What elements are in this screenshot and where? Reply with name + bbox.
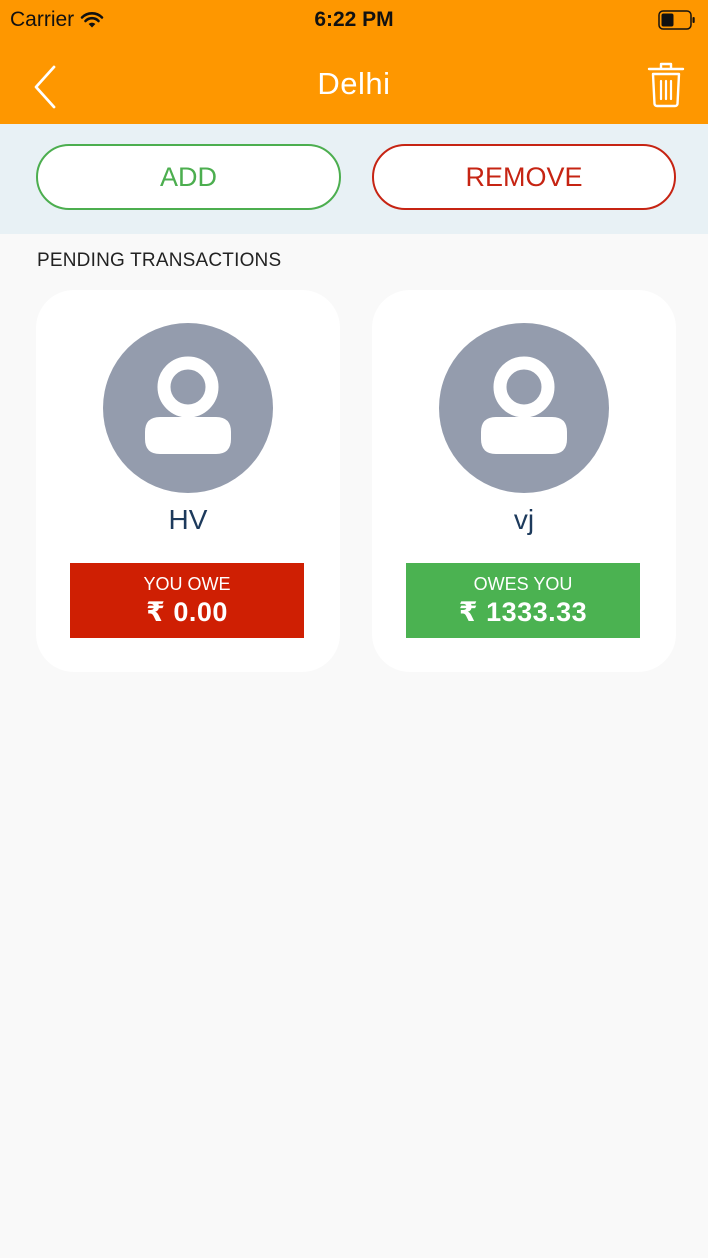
remove-button[interactable]: REMOVE: [372, 144, 676, 210]
avatar: [103, 323, 273, 493]
person-icon: [145, 356, 231, 454]
add-button[interactable]: ADD: [36, 144, 341, 210]
header: Carrier 6:22 PM Delhi: [0, 0, 708, 124]
transaction-card-vj[interactable]: vj OWES YOU ₹ 1333.33: [372, 290, 676, 672]
balance-status-label: YOU OWE: [143, 573, 231, 594]
page-title: Delhi: [317, 66, 391, 101]
balance-amount: ₹ 1333.33: [458, 596, 588, 627]
section-title: PENDING TRANSACTIONS: [37, 250, 282, 271]
person-name: HV: [168, 504, 208, 535]
screen: Carrier 6:22 PM Delhi ADD REMOVE PENDING…: [0, 0, 708, 1258]
balance-status-label: OWES YOU: [473, 573, 573, 594]
action-bar: ADD REMOVE: [0, 124, 708, 234]
person-icon: [481, 356, 567, 454]
avatar: [439, 323, 609, 493]
balance-amount: ₹ 0.00: [146, 596, 228, 627]
balance-badge: YOU OWE ₹ 0.00: [70, 563, 304, 638]
status-time: 6:22 PM: [314, 8, 394, 31]
transaction-card-hv[interactable]: HV YOU OWE ₹ 0.00: [36, 290, 340, 672]
balance-badge: OWES YOU ₹ 1333.33: [406, 563, 640, 638]
battery-icon: [658, 10, 695, 30]
trash-icon: [647, 62, 685, 108]
person-name: vj: [513, 504, 535, 535]
delete-button[interactable]: [646, 61, 686, 111]
